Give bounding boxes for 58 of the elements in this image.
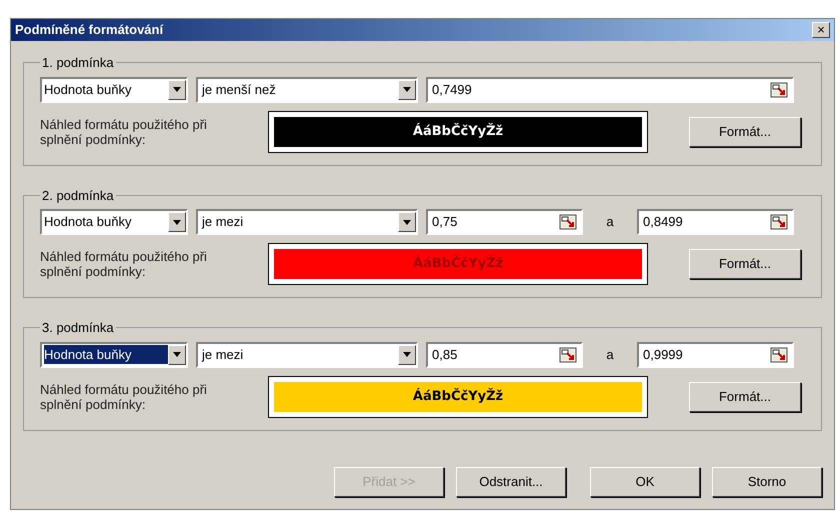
value-field[interactable]: 0,75 — [426, 209, 583, 235]
preview-label: Náhled formátu použitého při splnění podmínky: — [40, 382, 208, 412]
value-text: 0,7499 — [432, 80, 473, 99]
preview-label: Náhled formátu použitého při splnění podmínky: — [40, 249, 208, 279]
preview-text: ÁáBbČčYyŽž — [412, 254, 504, 274]
value-field[interactable]: 0,7499 — [426, 76, 794, 102]
dropdown-arrow-button[interactable] — [398, 344, 416, 364]
caret-icon — [173, 87, 181, 92]
dropdown-arrow-button[interactable] — [398, 80, 416, 100]
preview-text: ÁáBbČčYyŽž — [412, 122, 504, 141]
operator-dropdown[interactable]: je menší než — [196, 76, 418, 102]
dialog-button[interactable]: Odstranit... — [456, 467, 566, 497]
preview-text: ÁáBbČčYyŽž — [412, 387, 504, 406]
dropdown-arrow-button[interactable] — [168, 80, 186, 100]
condition-legend: 2. podmínka — [40, 186, 116, 205]
dialog-button[interactable]: Formát... — [689, 116, 801, 146]
dropdown-value: Hodnota buňky — [44, 344, 168, 364]
source-dropdown[interactable]: Hodnota buňky — [40, 342, 188, 368]
condition-legend: 3. podmínka — [40, 318, 116, 338]
value-field[interactable]: 0,8499 — [637, 209, 794, 235]
caret-icon — [403, 352, 411, 357]
dropdown-arrow-button[interactable] — [168, 344, 186, 364]
caret-icon — [173, 352, 181, 357]
dropdown-arrow-button[interactable] — [398, 212, 416, 232]
range-picker-icon[interactable] — [770, 346, 788, 362]
and-label: a — [605, 213, 615, 232]
source-dropdown[interactable]: Hodnota buňky — [40, 76, 188, 102]
range-picker-icon[interactable] — [559, 346, 577, 362]
and-label: a — [605, 346, 615, 364]
value-field[interactable]: 0,9999 — [637, 342, 794, 368]
range-picker-icon[interactable] — [559, 214, 577, 230]
dropdown-value: Hodnota buňky — [44, 213, 132, 232]
caret-icon — [173, 220, 181, 224]
dropdown-value: Hodnota buňky — [44, 80, 132, 99]
range-picker-icon[interactable] — [770, 214, 788, 230]
operator-dropdown[interactable]: je mezi — [196, 342, 418, 368]
dialog-button[interactable]: Formát... — [689, 249, 801, 279]
value-text: 0,85 — [432, 346, 458, 364]
dialog-button[interactable]: Formát... — [689, 382, 801, 412]
window-title: Podmíněné formátování — [15, 21, 164, 40]
dropdown-arrow-button[interactable] — [168, 212, 186, 232]
operator-dropdown[interactable]: je mezi — [196, 209, 418, 235]
value-field[interactable]: 0,85 — [426, 342, 583, 368]
dialog-button[interactable]: OK — [590, 467, 700, 497]
value-text: 0,75 — [432, 213, 458, 232]
condition-legend: 1. podmínka — [40, 53, 116, 72]
caret-icon — [403, 220, 411, 224]
dropdown-value: je menší než — [202, 80, 277, 99]
dropdown-value: je mezi — [202, 213, 244, 232]
range-picker-icon[interactable] — [770, 82, 788, 98]
dropdown-value: je mezi — [202, 346, 244, 364]
source-dropdown[interactable]: Hodnota buňky — [40, 209, 188, 235]
dialog-button[interactable]: Storno — [712, 467, 822, 497]
close-button[interactable]: × — [812, 22, 830, 38]
preview-label: Náhled formátu použitého při splnění podmínky: — [40, 116, 208, 146]
value-text: 0,9999 — [643, 346, 684, 364]
value-text: 0,8499 — [643, 213, 684, 232]
caret-icon — [403, 87, 411, 92]
